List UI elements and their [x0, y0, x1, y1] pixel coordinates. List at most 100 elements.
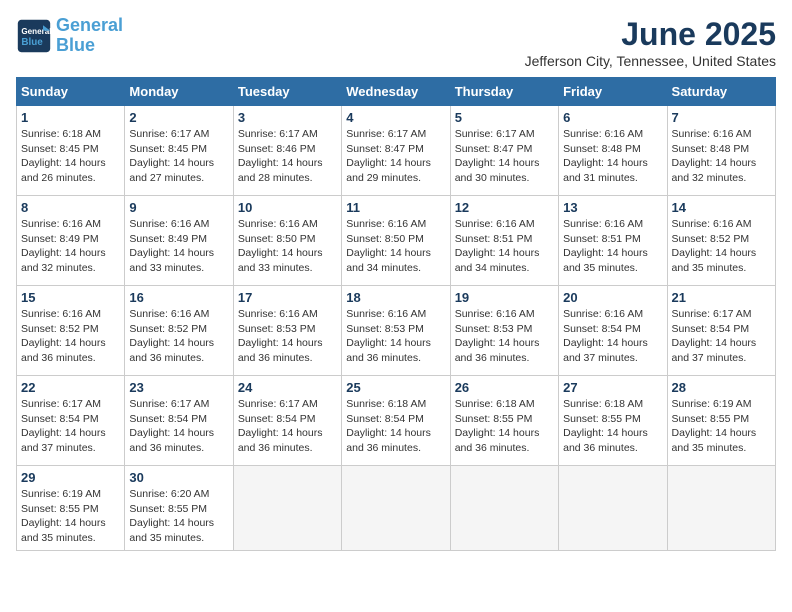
day-info: Sunrise: 6:17 AM Sunset: 8:46 PM Dayligh…: [238, 127, 337, 186]
day-cell: 10 Sunrise: 6:16 AM Sunset: 8:50 PM Dayl…: [233, 196, 341, 286]
day-cell: 22 Sunrise: 6:17 AM Sunset: 8:54 PM Dayl…: [17, 376, 125, 466]
day-info: Sunrise: 6:16 AM Sunset: 8:48 PM Dayligh…: [563, 127, 662, 186]
sunrise-text: Sunrise: 6:19 AM: [672, 398, 752, 410]
sunset-text: Sunset: 8:52 PM: [129, 323, 207, 335]
day-info: Sunrise: 6:17 AM Sunset: 8:54 PM Dayligh…: [129, 397, 228, 456]
sunrise-text: Sunrise: 6:17 AM: [238, 398, 318, 410]
day-info: Sunrise: 6:16 AM Sunset: 8:51 PM Dayligh…: [563, 217, 662, 276]
sunrise-text: Sunrise: 6:17 AM: [455, 128, 535, 140]
day-number: 1: [21, 110, 120, 125]
month-title: June 2025: [525, 16, 776, 53]
daylight-text: Daylight: 14 hours and 33 minutes.: [238, 247, 323, 274]
day-number: 24: [238, 380, 337, 395]
empty-day-cell: [667, 466, 775, 551]
day-info: Sunrise: 6:17 AM Sunset: 8:47 PM Dayligh…: [455, 127, 554, 186]
sunrise-text: Sunrise: 6:18 AM: [21, 128, 101, 140]
sunset-text: Sunset: 8:51 PM: [455, 233, 533, 245]
empty-day-cell: [559, 466, 667, 551]
day-cell: 14 Sunrise: 6:16 AM Sunset: 8:52 PM Dayl…: [667, 196, 775, 286]
day-cell: 30 Sunrise: 6:20 AM Sunset: 8:55 PM Dayl…: [125, 466, 233, 551]
weekday-header: Sunday: [17, 78, 125, 106]
sunset-text: Sunset: 8:54 PM: [346, 413, 424, 425]
day-info: Sunrise: 6:17 AM Sunset: 8:54 PM Dayligh…: [21, 397, 120, 456]
weekday-header: Wednesday: [342, 78, 450, 106]
day-number: 26: [455, 380, 554, 395]
day-number: 16: [129, 290, 228, 305]
calendar-week-row: 22 Sunrise: 6:17 AM Sunset: 8:54 PM Dayl…: [17, 376, 776, 466]
day-cell: 17 Sunrise: 6:16 AM Sunset: 8:53 PM Dayl…: [233, 286, 341, 376]
svg-text:Blue: Blue: [21, 37, 43, 48]
daylight-text: Daylight: 14 hours and 37 minutes.: [563, 337, 648, 364]
empty-day-cell: [342, 466, 450, 551]
weekday-header: Monday: [125, 78, 233, 106]
calendar-week-row: 8 Sunrise: 6:16 AM Sunset: 8:49 PM Dayli…: [17, 196, 776, 286]
calendar-week-row: 15 Sunrise: 6:16 AM Sunset: 8:52 PM Dayl…: [17, 286, 776, 376]
sunset-text: Sunset: 8:55 PM: [563, 413, 641, 425]
empty-day-cell: [450, 466, 558, 551]
day-number: 5: [455, 110, 554, 125]
sunrise-text: Sunrise: 6:16 AM: [672, 218, 752, 230]
sunrise-text: Sunrise: 6:16 AM: [346, 218, 426, 230]
day-cell: 26 Sunrise: 6:18 AM Sunset: 8:55 PM Dayl…: [450, 376, 558, 466]
daylight-text: Daylight: 14 hours and 35 minutes.: [672, 427, 757, 454]
sunset-text: Sunset: 8:50 PM: [238, 233, 316, 245]
day-number: 10: [238, 200, 337, 215]
weekday-header: Thursday: [450, 78, 558, 106]
sunset-text: Sunset: 8:54 PM: [563, 323, 641, 335]
day-cell: 11 Sunrise: 6:16 AM Sunset: 8:50 PM Dayl…: [342, 196, 450, 286]
sunrise-text: Sunrise: 6:16 AM: [563, 128, 643, 140]
daylight-text: Daylight: 14 hours and 27 minutes.: [129, 157, 214, 184]
logo: General Blue GeneralBlue: [16, 16, 123, 56]
empty-day-cell: [233, 466, 341, 551]
sunrise-text: Sunrise: 6:16 AM: [21, 308, 101, 320]
title-area: June 2025 Jefferson City, Tennessee, Uni…: [525, 16, 776, 69]
location-title: Jefferson City, Tennessee, United States: [525, 53, 776, 69]
day-cell: 20 Sunrise: 6:16 AM Sunset: 8:54 PM Dayl…: [559, 286, 667, 376]
day-cell: 9 Sunrise: 6:16 AM Sunset: 8:49 PM Dayli…: [125, 196, 233, 286]
day-number: 28: [672, 380, 771, 395]
sunset-text: Sunset: 8:46 PM: [238, 143, 316, 155]
day-info: Sunrise: 6:18 AM Sunset: 8:45 PM Dayligh…: [21, 127, 120, 186]
daylight-text: Daylight: 14 hours and 36 minutes.: [455, 337, 540, 364]
day-number: 21: [672, 290, 771, 305]
day-number: 25: [346, 380, 445, 395]
day-number: 20: [563, 290, 662, 305]
sunset-text: Sunset: 8:49 PM: [129, 233, 207, 245]
daylight-text: Daylight: 14 hours and 36 minutes.: [346, 427, 431, 454]
daylight-text: Daylight: 14 hours and 26 minutes.: [21, 157, 106, 184]
day-info: Sunrise: 6:16 AM Sunset: 8:49 PM Dayligh…: [21, 217, 120, 276]
day-cell: 23 Sunrise: 6:17 AM Sunset: 8:54 PM Dayl…: [125, 376, 233, 466]
sunset-text: Sunset: 8:53 PM: [346, 323, 424, 335]
daylight-text: Daylight: 14 hours and 36 minutes.: [455, 427, 540, 454]
day-cell: 15 Sunrise: 6:16 AM Sunset: 8:52 PM Dayl…: [17, 286, 125, 376]
sunrise-text: Sunrise: 6:16 AM: [672, 128, 752, 140]
sunset-text: Sunset: 8:53 PM: [238, 323, 316, 335]
day-info: Sunrise: 6:16 AM Sunset: 8:54 PM Dayligh…: [563, 307, 662, 366]
sunrise-text: Sunrise: 6:16 AM: [563, 308, 643, 320]
sunset-text: Sunset: 8:49 PM: [21, 233, 99, 245]
day-info: Sunrise: 6:16 AM Sunset: 8:52 PM Dayligh…: [129, 307, 228, 366]
day-info: Sunrise: 6:19 AM Sunset: 8:55 PM Dayligh…: [672, 397, 771, 456]
day-info: Sunrise: 6:16 AM Sunset: 8:53 PM Dayligh…: [238, 307, 337, 366]
day-number: 8: [21, 200, 120, 215]
sunset-text: Sunset: 8:51 PM: [563, 233, 641, 245]
day-cell: 1 Sunrise: 6:18 AM Sunset: 8:45 PM Dayli…: [17, 106, 125, 196]
sunrise-text: Sunrise: 6:16 AM: [129, 308, 209, 320]
sunrise-text: Sunrise: 6:18 AM: [563, 398, 643, 410]
day-cell: 28 Sunrise: 6:19 AM Sunset: 8:55 PM Dayl…: [667, 376, 775, 466]
daylight-text: Daylight: 14 hours and 29 minutes.: [346, 157, 431, 184]
day-info: Sunrise: 6:16 AM Sunset: 8:52 PM Dayligh…: [21, 307, 120, 366]
day-info: Sunrise: 6:17 AM Sunset: 8:54 PM Dayligh…: [672, 307, 771, 366]
day-cell: 29 Sunrise: 6:19 AM Sunset: 8:55 PM Dayl…: [17, 466, 125, 551]
sunset-text: Sunset: 8:54 PM: [238, 413, 316, 425]
day-number: 17: [238, 290, 337, 305]
day-cell: 25 Sunrise: 6:18 AM Sunset: 8:54 PM Dayl…: [342, 376, 450, 466]
daylight-text: Daylight: 14 hours and 37 minutes.: [672, 337, 757, 364]
sunset-text: Sunset: 8:55 PM: [455, 413, 533, 425]
day-number: 27: [563, 380, 662, 395]
daylight-text: Daylight: 14 hours and 34 minutes.: [455, 247, 540, 274]
day-info: Sunrise: 6:18 AM Sunset: 8:55 PM Dayligh…: [563, 397, 662, 456]
logo-icon: General Blue: [16, 18, 52, 54]
header: General Blue GeneralBlue June 2025 Jeffe…: [16, 16, 776, 69]
day-info: Sunrise: 6:17 AM Sunset: 8:45 PM Dayligh…: [129, 127, 228, 186]
